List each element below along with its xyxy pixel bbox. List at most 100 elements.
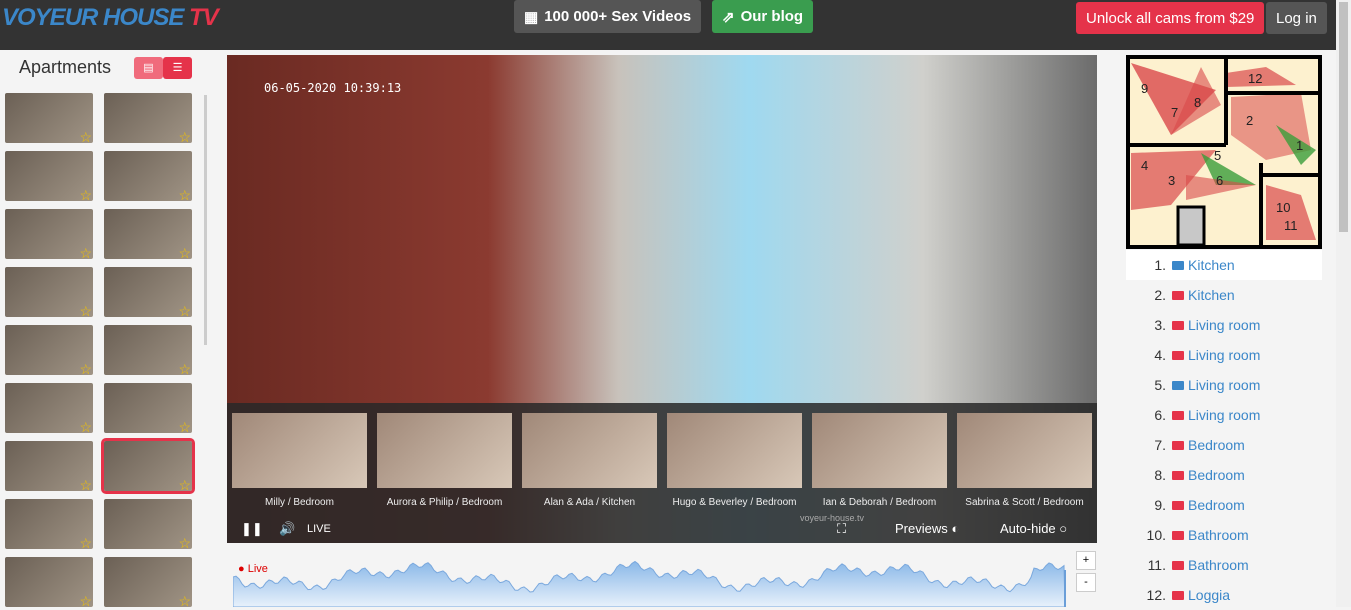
apartment-thumbnail[interactable]: ☆ xyxy=(104,383,192,436)
star-icon[interactable]: ☆ xyxy=(178,187,191,204)
map-camera-label[interactable]: 9 xyxy=(1141,81,1148,96)
preview-thumbnail[interactable] xyxy=(377,413,512,488)
camera-room[interactable]: Living room xyxy=(1188,347,1260,363)
camera-room[interactable]: Bedroom xyxy=(1188,437,1245,453)
camera-item[interactable]: 5. Living room xyxy=(1126,370,1322,400)
apartment-thumbnail[interactable]: ☆ xyxy=(5,499,93,552)
camera-item[interactable]: 9. Bedroom xyxy=(1126,490,1322,520)
floor-plan-map[interactable]: 123456789101112 xyxy=(1126,55,1322,249)
apartment-thumbnail[interactable]: ☆ xyxy=(104,93,192,146)
map-camera-label[interactable]: 1 xyxy=(1296,138,1303,153)
preview-thumbnail[interactable] xyxy=(667,413,802,488)
logo[interactable]: VOYEUR HOUSE TV xyxy=(2,4,219,32)
camera-room[interactable]: Bathroom xyxy=(1188,527,1249,543)
camera-room[interactable]: Living room xyxy=(1188,377,1260,393)
preview-label[interactable]: Milly / Bedroom xyxy=(227,497,372,508)
star-icon[interactable]: ☆ xyxy=(79,187,92,204)
map-camera-label[interactable]: 4 xyxy=(1141,158,1148,173)
camera-room[interactable]: Loggia xyxy=(1188,587,1230,603)
map-camera-label[interactable]: 7 xyxy=(1171,105,1178,120)
camera-item[interactable]: 11. Bathroom xyxy=(1126,550,1322,580)
camera-item[interactable]: 6. Living room xyxy=(1126,400,1322,430)
volume-icon[interactable]: 🔊 xyxy=(279,521,295,537)
camera-room[interactable]: Bedroom xyxy=(1188,467,1245,483)
camera-item[interactable]: 3. Living room xyxy=(1126,310,1322,340)
apartment-thumbnail[interactable]: ☆ xyxy=(5,267,93,320)
star-icon[interactable]: ☆ xyxy=(178,129,191,146)
apartment-thumbnail[interactable]: ☆ xyxy=(5,93,93,146)
apartment-thumbnail[interactable]: ☆ xyxy=(104,557,192,610)
star-icon[interactable]: ☆ xyxy=(79,129,92,146)
preview-label[interactable]: Ian & Deborah / Bedroom xyxy=(807,497,952,508)
preview-thumbnail[interactable] xyxy=(522,413,657,488)
preview-thumbnail[interactable] xyxy=(812,413,947,488)
star-icon[interactable]: ☆ xyxy=(79,419,92,436)
apartment-thumbnail[interactable]: ☆ xyxy=(5,441,93,494)
map-camera-label[interactable]: 3 xyxy=(1168,173,1175,188)
apartment-thumbnail[interactable]: ☆ xyxy=(5,383,93,436)
camera-room[interactable]: Living room xyxy=(1188,317,1260,333)
activity-timeline[interactable] xyxy=(233,555,1066,607)
unlock-button[interactable]: Unlock all cams from $29 xyxy=(1076,2,1265,34)
camera-item[interactable]: 2. Kitchen xyxy=(1126,280,1322,310)
apartment-thumbnail[interactable]: ☆ xyxy=(104,209,192,262)
fullscreen-icon[interactable]: ⛶ xyxy=(837,521,846,537)
apartment-thumbnail[interactable]: ☆ xyxy=(5,151,93,204)
camera-item[interactable]: 4. Living room xyxy=(1126,340,1322,370)
page-scrollbar[interactable] xyxy=(1336,0,1351,607)
star-icon[interactable]: ☆ xyxy=(178,477,191,494)
map-camera-label[interactable]: 10 xyxy=(1276,200,1290,215)
camera-room[interactable]: Living room xyxy=(1188,407,1260,423)
preview-label[interactable]: Aurora & Philip / Bedroom xyxy=(372,497,517,508)
map-camera-label[interactable]: 12 xyxy=(1248,71,1262,86)
map-camera-label[interactable]: 6 xyxy=(1216,173,1223,188)
star-icon[interactable]: ☆ xyxy=(178,419,191,436)
video-player[interactable]: 06-05-2020 10:39:13 ❚❚ 🔊 LIVE voyeur-hou… xyxy=(227,55,1097,543)
blog-button[interactable]: ⇗ Our blog xyxy=(712,0,814,33)
sidebar-scrollbar[interactable] xyxy=(204,95,207,345)
camera-item[interactable]: 7. Bedroom xyxy=(1126,430,1322,460)
star-icon[interactable]: ☆ xyxy=(79,535,92,552)
preview-label[interactable]: Alan & Ada / Kitchen xyxy=(517,497,662,508)
login-button[interactable]: Log in xyxy=(1266,2,1327,34)
star-icon[interactable]: ☆ xyxy=(79,303,92,320)
apartment-thumbnail[interactable]: ☆ xyxy=(5,209,93,262)
videos-button[interactable]: ▦ 100 000+ Sex Videos xyxy=(514,0,702,33)
apartment-thumbnail[interactable]: ☆ xyxy=(101,438,195,494)
apartment-thumbnail[interactable]: ☆ xyxy=(104,499,192,551)
zoom-out-button[interactable]: - xyxy=(1076,573,1096,592)
preview-label[interactable]: Hugo & Beverley / Bedroom xyxy=(662,497,807,508)
zoom-in-button[interactable]: + xyxy=(1076,551,1096,570)
star-icon[interactable]: ☆ xyxy=(178,593,191,610)
apartment-thumbnail[interactable]: ☆ xyxy=(104,151,192,204)
map-camera-label[interactable]: 5 xyxy=(1214,148,1221,163)
list-view-button[interactable]: ☰ xyxy=(163,57,192,79)
map-camera-label[interactable]: 2 xyxy=(1246,113,1253,128)
autohide-toggle[interactable]: Auto-hide ○ xyxy=(1000,521,1067,536)
star-icon[interactable]: ☆ xyxy=(178,303,191,320)
apartment-thumbnail[interactable]: ☆ xyxy=(5,557,93,610)
apartment-thumbnail[interactable]: ☆ xyxy=(5,325,93,378)
pause-button[interactable]: ❚❚ xyxy=(241,521,263,537)
previews-toggle[interactable]: Previews ◐ xyxy=(895,521,959,536)
star-icon[interactable]: ☆ xyxy=(79,593,92,610)
star-icon[interactable]: ☆ xyxy=(178,361,191,378)
map-camera-label[interactable]: 11 xyxy=(1284,218,1298,233)
camera-room[interactable]: Bathroom xyxy=(1188,557,1249,573)
preview-label[interactable]: Sabrina & Scott / Bedroom xyxy=(952,497,1097,508)
star-icon[interactable]: ☆ xyxy=(79,245,92,262)
camera-item[interactable]: 10. Bathroom xyxy=(1126,520,1322,550)
camera-item[interactable]: 1. Kitchen xyxy=(1126,250,1322,280)
apartment-thumbnail[interactable]: ☆ xyxy=(104,325,192,378)
apartment-thumbnail[interactable]: ☆ xyxy=(104,267,192,320)
preview-thumbnail[interactable] xyxy=(232,413,367,488)
grid-view-button[interactable]: ▤ xyxy=(134,57,163,79)
camera-item[interactable]: 12. Loggia xyxy=(1126,580,1322,610)
star-icon[interactable]: ☆ xyxy=(79,361,92,378)
star-icon[interactable]: ☆ xyxy=(178,245,191,262)
camera-room[interactable]: Kitchen xyxy=(1188,287,1235,303)
map-camera-label[interactable]: 8 xyxy=(1194,95,1201,110)
camera-room[interactable]: Kitchen xyxy=(1188,257,1235,273)
star-icon[interactable]: ☆ xyxy=(79,477,92,494)
preview-thumbnail[interactable] xyxy=(957,413,1092,488)
